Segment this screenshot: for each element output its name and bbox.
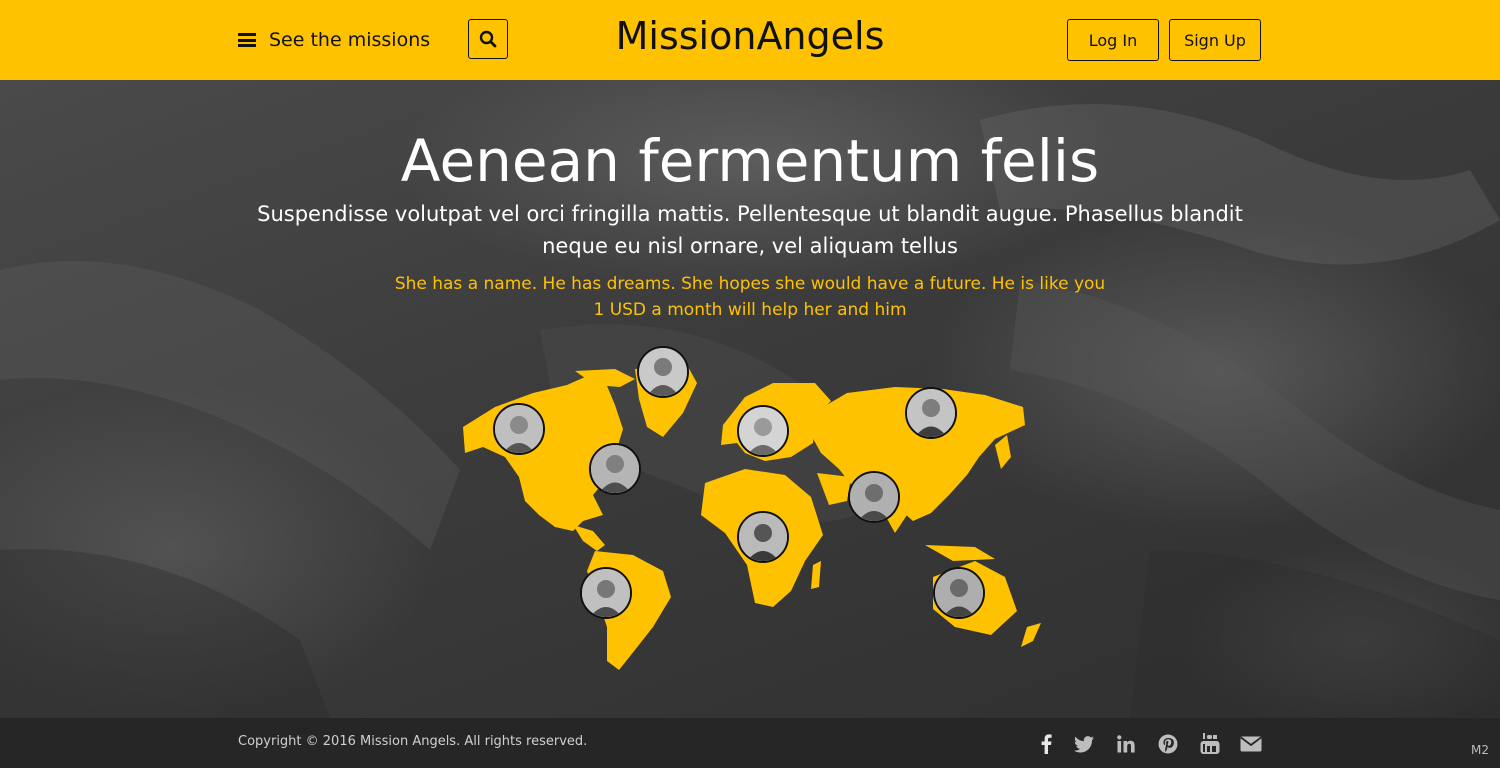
person-photo xyxy=(495,405,543,453)
footer xyxy=(0,718,1500,768)
youtube-icon[interactable] xyxy=(1200,733,1220,755)
person-photo xyxy=(739,513,787,561)
person-photo xyxy=(850,473,898,521)
copyright-text: Copyright © 2016 Mission Angels. All rig… xyxy=(238,734,588,749)
person-photo xyxy=(591,445,639,493)
avatar-north-america-west[interactable] xyxy=(493,403,545,455)
pinterest-link[interactable] xyxy=(1157,733,1179,755)
avatar-greenland[interactable] xyxy=(637,346,689,398)
avatar-north-america-east[interactable] xyxy=(589,443,641,495)
menu-label[interactable]: See the missions xyxy=(269,29,430,51)
hero-title: Aenean fermentum felis xyxy=(400,127,1100,195)
arabian-peninsula xyxy=(817,473,851,505)
madagascar xyxy=(811,561,821,589)
signup-button[interactable]: Sign Up xyxy=(1169,19,1261,61)
person-photo xyxy=(639,348,687,396)
linkedin-icon[interactable] xyxy=(1117,735,1135,753)
avatar-russia[interactable] xyxy=(905,387,957,439)
hero-subtitle: Suspendisse volutpat vel orci fringilla … xyxy=(257,202,1243,258)
new-zealand xyxy=(1021,623,1041,647)
see-missions-menu[interactable]: See the missions xyxy=(238,26,430,54)
avatar-africa[interactable] xyxy=(737,511,789,563)
linkedin-link[interactable] xyxy=(1115,733,1137,755)
menu-icon[interactable] xyxy=(238,33,256,47)
search-icon[interactable] xyxy=(479,30,497,48)
indonesia xyxy=(925,545,995,561)
avatar-india[interactable] xyxy=(848,471,900,523)
corner-label: M2 xyxy=(1471,743,1489,757)
avatar-south-america[interactable] xyxy=(580,567,632,619)
person-photo xyxy=(935,569,983,617)
top-bar: See the missions MissionAngels Log In Si… xyxy=(0,0,1500,80)
hero-tagline-2: 1 USD a month will help her and him xyxy=(593,300,907,320)
avatar-australia[interactable] xyxy=(933,567,985,619)
brand-logo[interactable]: MissionAngels xyxy=(500,14,1000,58)
youtube-link[interactable] xyxy=(1199,733,1221,755)
email-icon[interactable] xyxy=(1240,736,1262,752)
login-button[interactable]: Log In xyxy=(1067,19,1159,61)
person-photo xyxy=(907,389,955,437)
japan xyxy=(995,435,1011,469)
central-america xyxy=(573,525,605,551)
facebook-icon[interactable] xyxy=(1040,734,1052,754)
twitter-icon[interactable] xyxy=(1074,735,1094,753)
pinterest-icon[interactable] xyxy=(1158,734,1178,754)
person-photo xyxy=(739,407,787,455)
twitter-link[interactable] xyxy=(1073,733,1095,755)
email-link[interactable] xyxy=(1240,733,1262,755)
avatar-europe[interactable] xyxy=(737,405,789,457)
facebook-link[interactable] xyxy=(1035,733,1057,755)
hero-tagline-1: She has a name. He has dreams. She hopes… xyxy=(394,274,1106,294)
person-photo xyxy=(582,569,630,617)
